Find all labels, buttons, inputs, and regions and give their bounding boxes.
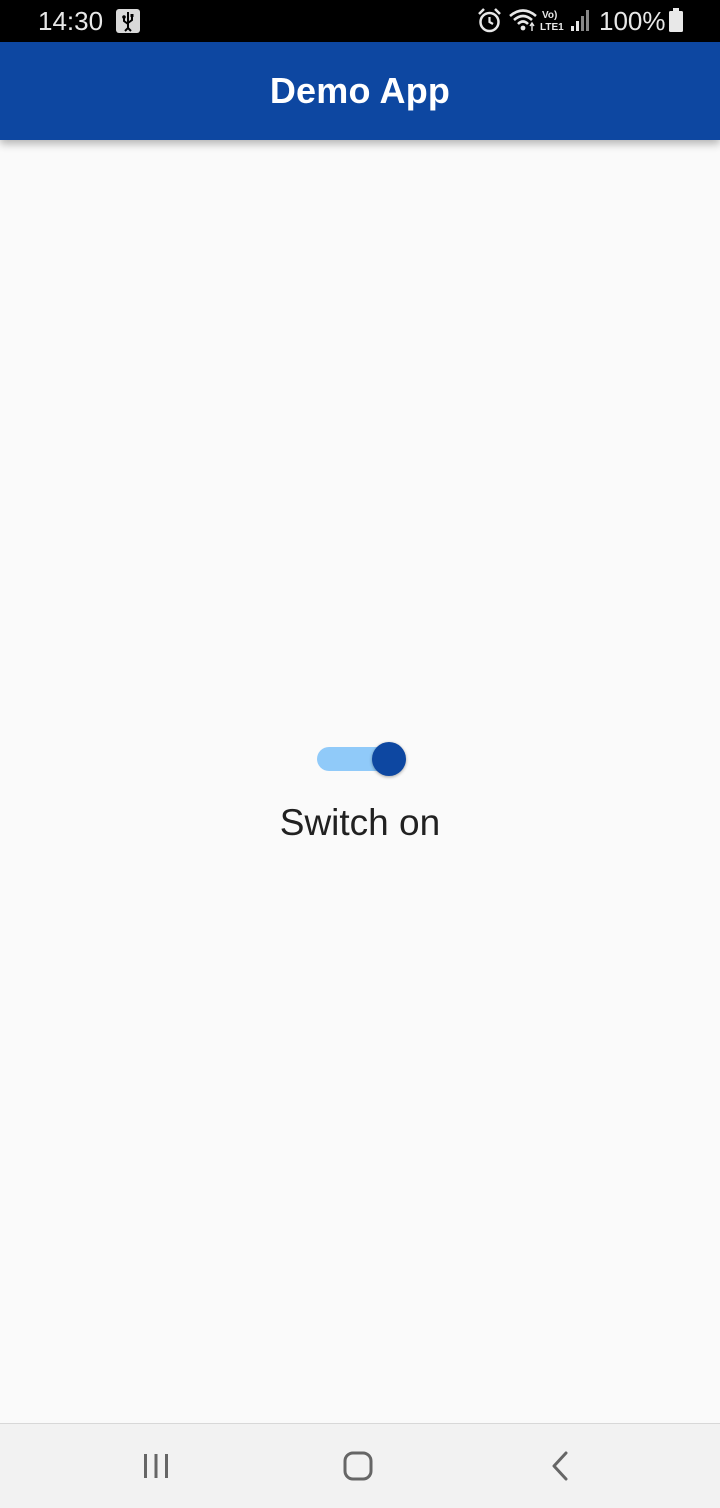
navigation-bar bbox=[0, 1423, 720, 1508]
toggle-switch[interactable] bbox=[314, 740, 410, 778]
signal-icon bbox=[571, 10, 589, 31]
battery-percent: 100% bbox=[599, 6, 666, 36]
home-icon[interactable] bbox=[334, 1444, 382, 1488]
usb-icon bbox=[116, 9, 140, 33]
recents-icon[interactable] bbox=[132, 1444, 180, 1488]
switch-status-label: Switch on bbox=[279, 802, 441, 843]
svg-text:LTE1: LTE1 bbox=[540, 22, 564, 33]
wifi-icon bbox=[509, 9, 537, 31]
app-title: Demo App bbox=[269, 70, 451, 111]
app-bar: Demo App bbox=[0, 42, 720, 140]
svg-text:Vo): Vo) bbox=[542, 10, 557, 21]
status-bar: 14:30 Vo) LTE1 100% bbox=[0, 0, 720, 42]
back-icon[interactable] bbox=[536, 1444, 584, 1488]
battery-icon bbox=[669, 8, 683, 32]
switch-thumb bbox=[372, 742, 406, 776]
lte-icon: Vo) LTE1 bbox=[540, 10, 564, 33]
status-time: 14:30 bbox=[38, 6, 104, 36]
alarm-icon bbox=[478, 8, 501, 33]
